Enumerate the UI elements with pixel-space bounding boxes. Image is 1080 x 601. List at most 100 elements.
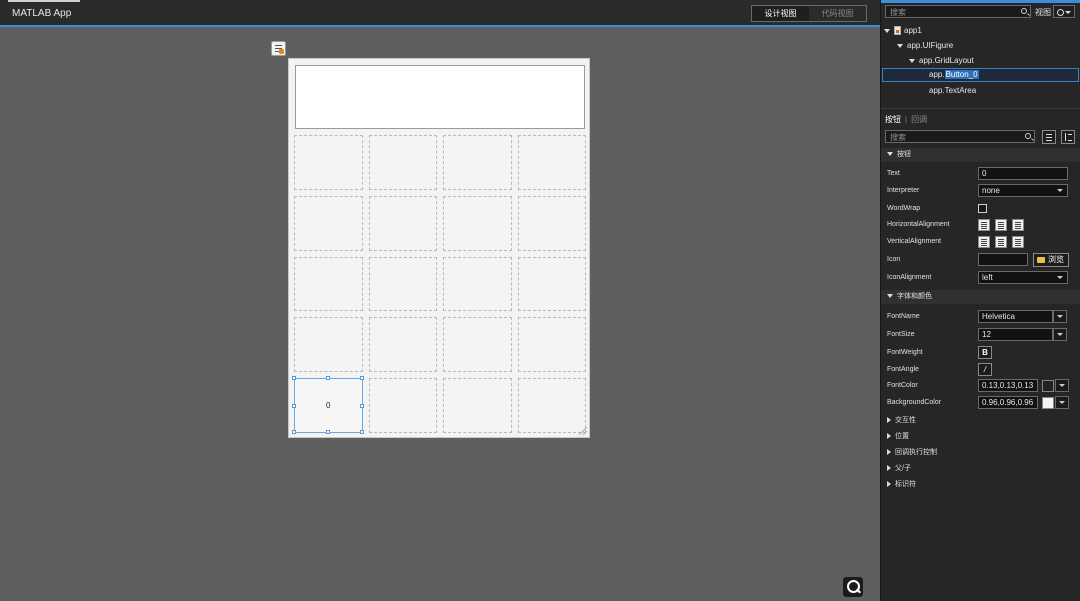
view-dropdown[interactable] [1053, 5, 1075, 18]
align-right-icon[interactable] [1012, 219, 1024, 231]
browse-button[interactable]: 浏览 [1033, 253, 1069, 267]
active-tab-indicator [8, 0, 80, 2]
collapse-triangle-icon [887, 152, 893, 157]
grid-cell[interactable] [443, 195, 512, 251]
fontname-field[interactable]: Helvetica [978, 310, 1053, 323]
figure-resize-grip[interactable] [579, 427, 587, 435]
tree-item-textarea[interactable]: app.TextArea [929, 84, 976, 98]
app-designer-window: MATLAB App 设计视图 代码视图 0 搜索 视图 app1 app.UI… [0, 0, 1080, 601]
fontcolor-dropdown[interactable] [1055, 379, 1069, 392]
bgcolor-dropdown[interactable] [1055, 396, 1069, 409]
grid-cell[interactable] [294, 317, 363, 373]
section-title: 按钮 [897, 151, 911, 158]
grid-layout[interactable]: 0 [292, 135, 586, 434]
tree-selection-highlight [882, 68, 1079, 82]
list-view-icon[interactable] [1042, 130, 1056, 144]
bgcolor-field[interactable]: 0.96,0.96,0.96 [978, 396, 1038, 409]
expand-triangle-icon [887, 433, 891, 440]
grid-cell[interactable] [517, 378, 586, 433]
prop-label-fontweight: FontWeight [887, 349, 923, 356]
align-bottom-icon[interactable] [1012, 236, 1024, 248]
tab-properties[interactable]: 按钮 [885, 114, 901, 125]
expand-triangle-icon [887, 481, 891, 488]
grid-cell[interactable] [443, 378, 512, 433]
right-panel: 搜索 视图 app1 app.UIFigure app.GridLayout a… [880, 0, 1080, 601]
tree-item-uifigure[interactable]: app.UIFigure [897, 39, 953, 53]
grid-cell[interactable] [443, 256, 512, 312]
resize-handle[interactable] [359, 376, 364, 381]
bold-button[interactable]: B [978, 346, 992, 359]
grid-cell[interactable] [443, 135, 512, 190]
expand-triangle-icon[interactable] [909, 58, 915, 63]
grid-cell[interactable] [517, 256, 586, 312]
prop-label-fontcolor: FontColor [887, 382, 918, 389]
zoom-icon[interactable] [843, 577, 863, 597]
text-area-component[interactable] [295, 65, 585, 129]
property-search[interactable]: 搜索 [885, 130, 1035, 143]
icon-field[interactable] [978, 253, 1028, 266]
grid-cell[interactable] [294, 195, 363, 251]
resize-handle[interactable] [326, 376, 331, 381]
resize-handle[interactable] [292, 429, 296, 434]
section-font-color[interactable]: 字体和颜色 [881, 290, 1080, 304]
section-position[interactable]: 位置 [887, 431, 909, 443]
grid-cell[interactable] [368, 135, 437, 190]
section-interactivity[interactable]: 交互性 [887, 415, 916, 427]
grid-cell[interactable] [443, 317, 512, 373]
inspector-tabs: 按钮 | 回调 [885, 114, 927, 125]
sort-icon[interactable] [1061, 130, 1075, 144]
interpreter-select[interactable]: none [978, 184, 1068, 197]
expand-triangle-icon[interactable] [897, 43, 903, 48]
grid-cell[interactable] [517, 135, 586, 190]
section-title: 标识符 [895, 481, 916, 488]
tab-callbacks[interactable]: 回调 [911, 114, 927, 125]
text-field[interactable]: 0 [978, 167, 1068, 180]
expand-triangle-icon [887, 449, 891, 456]
grid-cell[interactable] [368, 378, 437, 433]
ui-figure[interactable]: 0 [288, 58, 590, 438]
tree-item-app1[interactable]: app1 [884, 24, 922, 38]
fontname-dropdown[interactable] [1053, 310, 1067, 323]
grid-cell[interactable] [517, 195, 586, 251]
grid-cell[interactable] [517, 317, 586, 373]
design-view-button[interactable]: 设计视图 [752, 6, 809, 21]
fontsize-field[interactable]: 12 [978, 328, 1053, 341]
section-identifier[interactable]: 标识符 [887, 479, 916, 491]
code-view-button[interactable]: 代码视图 [809, 6, 866, 21]
italic-button[interactable]: / [978, 363, 992, 376]
resize-handle[interactable] [292, 376, 296, 381]
fontcolor-field[interactable]: 0.13,0.13,0.13 [978, 379, 1038, 392]
fontsize-dropdown[interactable] [1053, 328, 1067, 341]
expand-triangle-icon[interactable] [884, 28, 890, 33]
align-left-icon[interactable] [978, 219, 990, 231]
tree-item-gridlayout[interactable]: app.GridLayout [909, 54, 974, 68]
align-top-icon[interactable] [978, 236, 990, 248]
resize-handle[interactable] [359, 403, 364, 408]
section-parent-child[interactable]: 父/子 [887, 463, 911, 475]
grid-cell[interactable] [294, 135, 363, 190]
fontcolor-swatch[interactable] [1042, 380, 1054, 392]
grid-cell[interactable] [368, 256, 437, 312]
resize-handle[interactable] [326, 429, 331, 434]
prop-label-interpreter: Interpreter [887, 187, 920, 194]
resize-handle[interactable] [292, 403, 296, 408]
tree-item-button0[interactable]: app.Button_0 [929, 68, 979, 82]
bgcolor-swatch[interactable] [1042, 397, 1054, 409]
align-center-icon[interactable] [995, 219, 1007, 231]
chevron-down-icon [1057, 276, 1063, 279]
section-button[interactable]: 按钮 [881, 148, 1080, 162]
wordwrap-checkbox[interactable] [978, 204, 987, 213]
grid-layout-options-icon[interactable] [271, 41, 286, 56]
section-callback-control[interactable]: 回调执行控制 [887, 447, 937, 459]
grid-cell[interactable] [368, 195, 437, 251]
resize-handle[interactable] [359, 429, 364, 434]
prop-label-icon: Icon [887, 256, 901, 263]
align-middle-icon[interactable] [995, 236, 1007, 248]
prop-label-text: Text [887, 170, 900, 177]
component-browser-search[interactable]: 搜索 [885, 5, 1031, 18]
search-icon [1021, 8, 1027, 14]
button-0-component[interactable]: 0 [292, 376, 364, 434]
grid-cell[interactable] [368, 317, 437, 373]
grid-cell[interactable] [294, 256, 363, 312]
iconalign-select[interactable]: left [978, 271, 1068, 284]
